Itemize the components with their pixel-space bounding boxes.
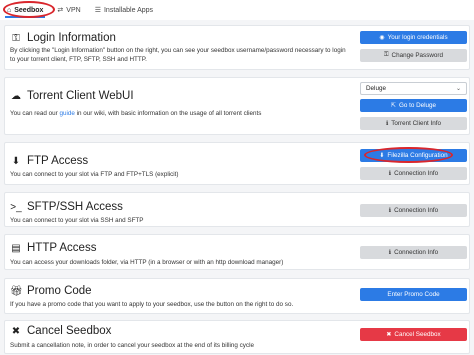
http-description: You can access your downloads folder, vi… — [10, 259, 284, 266]
terminal-icon: >_ — [10, 201, 22, 213]
promo-title: 🎁︎ Promo Code — [10, 285, 92, 297]
ftp-connection-info-label: Connection Info — [394, 170, 439, 177]
ftp-description: You can connect to your slot via FTP and… — [10, 171, 179, 178]
chevron-down-icon: ⌄ — [455, 86, 461, 92]
http-title-text: HTTP Access — [27, 242, 97, 254]
torrent-description: You can read our guide in our wiki, with… — [10, 109, 350, 118]
key-small-icon: ⚿ — [383, 52, 389, 58]
enter-promo-code-label: Enter Promo Code — [387, 291, 440, 298]
annotation-ring-filezilla-button — [364, 147, 453, 163]
top-tabs: ⌂ Seedbox ⇄ VPN ☰ Installable Apps — [0, 0, 474, 20]
ftp-title-text: FTP Access — [27, 155, 89, 167]
your-login-credentials-button[interactable]: ◉ Your login credentials — [360, 31, 467, 44]
promo-description: If you have a promo code that you want t… — [10, 301, 294, 308]
cancel-seedbox-button[interactable]: ✖ Cancel Seedbox — [360, 328, 467, 341]
download-icon: ⬇ — [11, 155, 21, 167]
annotation-ring-seedbox-tab — [3, 1, 55, 18]
ftp-connection-info-button[interactable]: ℹ Connection Info — [360, 167, 467, 180]
tab-vpn[interactable]: ⇄ VPN — [50, 0, 87, 20]
panel-sftp-ssh-access: >_ SFTP/SSH Access You can connect to yo… — [4, 192, 470, 227]
tab-installable-apps-label: Installable Apps — [103, 6, 154, 14]
sftp-title: >_ SFTP/SSH Access — [10, 201, 123, 213]
your-login-credentials-label: Your login credentials — [387, 34, 448, 41]
torrent-desc-after: in our wiki, with basic information on t… — [74, 110, 262, 117]
info-icon: ℹ — [386, 121, 389, 127]
sftp-description: You can connect to your slot via SSH and… — [10, 217, 144, 224]
change-password-button[interactable]: ⚿ Change Password — [360, 49, 467, 62]
gift-icon: 🎁︎ — [10, 285, 23, 297]
cancel-seedbox-label: Cancel Seedbox — [394, 331, 441, 338]
shuffle-icon: ⇄ — [57, 7, 64, 14]
sftp-title-text: SFTP/SSH Access — [27, 201, 123, 213]
browser-window-icon: ▤ — [11, 242, 21, 254]
panel-cancel-seedbox: ✖ Cancel Seedbox Submit a cancellation n… — [4, 320, 470, 354]
sftp-connection-info-label: Connection Info — [394, 207, 439, 214]
torrent-client-select-value: Deluge — [366, 85, 386, 92]
tab-vpn-label: VPN — [66, 6, 81, 14]
tab-installable-apps[interactable]: ☰ Installable Apps — [88, 0, 160, 20]
torrent-title-text: Torrent Client WebUI — [27, 90, 134, 102]
torrent-title: ☁ Torrent Client WebUI — [10, 90, 134, 102]
http-title: ▤ HTTP Access — [10, 242, 96, 254]
enter-promo-code-button[interactable]: Enter Promo Code — [360, 288, 467, 301]
login-title: ⚿ Login Information — [10, 32, 116, 44]
key-icon: ⚿ — [12, 32, 20, 44]
torrent-client-info-label: Torrent Client Info — [391, 120, 441, 127]
ftp-title: ⬇ FTP Access — [10, 155, 88, 167]
external-link-icon: ⇱ — [390, 103, 396, 109]
promo-title-text: Promo Code — [27, 285, 92, 297]
torrent-client-select[interactable]: Deluge ⌄ — [360, 82, 467, 95]
info-icon: ℹ — [388, 250, 392, 256]
panel-torrent-client: ☁ Torrent Client WebUI You can read our … — [4, 77, 470, 135]
go-to-deluge-button[interactable]: ⇱ Go to Deluge — [360, 99, 467, 112]
sftp-connection-info-button[interactable]: ℹ Connection Info — [360, 204, 467, 217]
cancel-description: Submit a cancellation note, in order to … — [10, 342, 254, 349]
login-description: By clicking the "Login Information" butt… — [10, 47, 346, 63]
eye-icon: ◉ — [379, 35, 385, 41]
http-connection-info-button[interactable]: ℹ Connection Info — [360, 246, 467, 259]
change-password-label: Change Password — [391, 52, 444, 59]
torrent-desc-before: You can read our — [10, 110, 60, 117]
close-icon: ✖ — [11, 325, 21, 337]
panel-login-information: ⚿ Login Information By clicking the "Log… — [4, 25, 470, 70]
info-icon: ℹ — [388, 171, 392, 177]
close-small-icon: ✖ — [386, 332, 392, 338]
info-icon: ℹ — [388, 208, 392, 214]
cloud-download-icon: ☁ — [11, 90, 21, 102]
panel-promo-code: 🎁︎ Promo Code If you have a promo code t… — [4, 278, 470, 314]
torrent-client-info-button[interactable]: ℹ Torrent Client Info — [360, 117, 467, 130]
login-title-text: Login Information — [27, 32, 116, 44]
cancel-title: ✖ Cancel Seedbox — [10, 325, 112, 337]
go-to-deluge-label: Go to Deluge — [398, 102, 437, 109]
http-connection-info-label: Connection Info — [394, 249, 439, 256]
guide-link[interactable]: guide — [59, 110, 74, 117]
cancel-title-text: Cancel Seedbox — [27, 325, 112, 337]
panel-http-access: ▤ HTTP Access You can access your downlo… — [4, 234, 470, 270]
list-icon: ☰ — [94, 7, 101, 14]
